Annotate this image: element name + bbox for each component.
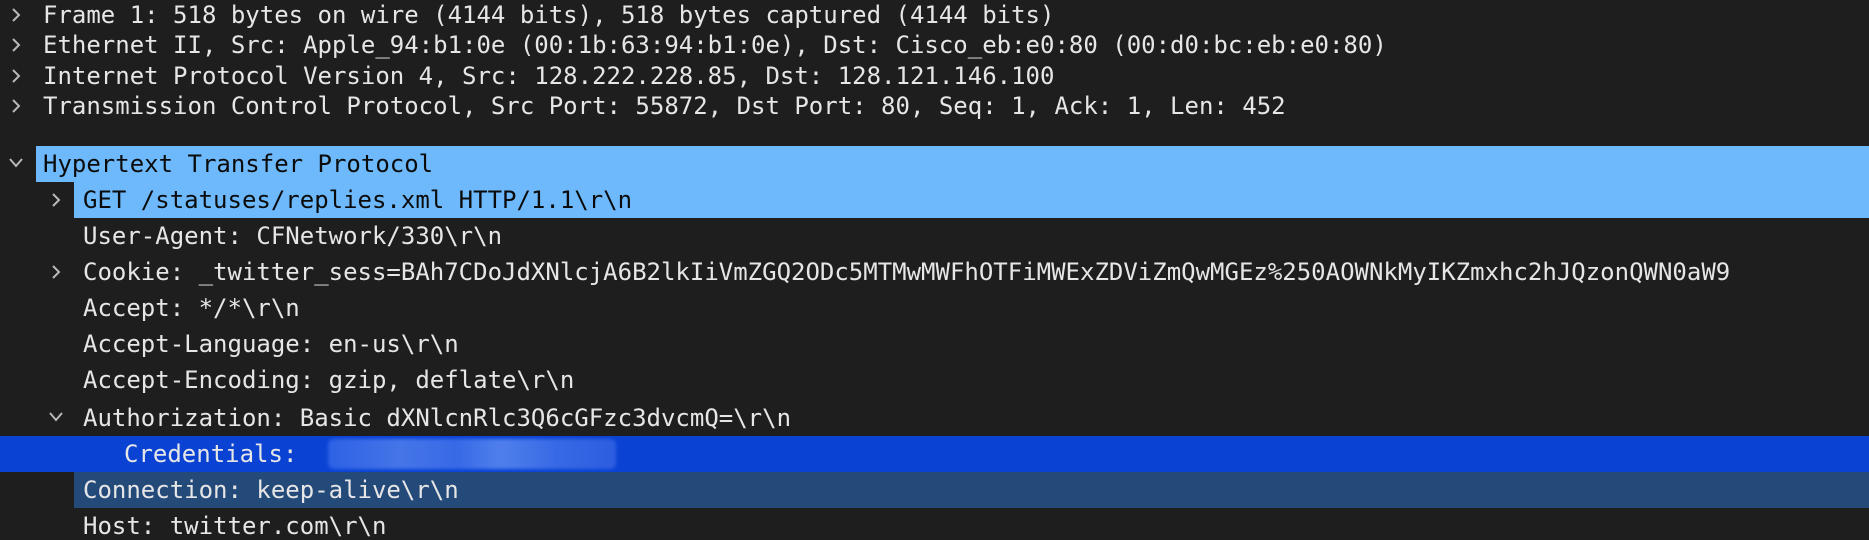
tree-row-cookie[interactable]: Cookie: _twitter_sess=BAh7CDoJdXNlcjA6B2… xyxy=(0,254,1869,290)
tree-row-label: User-Agent: CFNetwork/330\r\n xyxy=(83,222,503,250)
tree-row-label: Authorization: Basic dXNlcnRlc3Q6cGFzc3d… xyxy=(83,404,792,432)
tree-row-connection[interactable]: Connection: keep-alive\r\n xyxy=(0,472,1869,508)
chevron-down-icon[interactable] xyxy=(4,146,28,182)
redacted-value xyxy=(328,439,616,469)
tree-row-label: Cookie: _twitter_sess=BAh7CDoJdXNlcjA6B2… xyxy=(83,258,1731,286)
tree-row-label: Accept-Encoding: gzip, deflate\r\n xyxy=(83,366,575,394)
tree-row-accept[interactable]: Accept: */*\r\n xyxy=(0,290,1869,326)
chevron-right-icon[interactable] xyxy=(44,182,68,218)
packet-details-tree: Frame 1: 518 bytes on wire (4144 bits), … xyxy=(0,0,1869,540)
tree-row-label: Host: twitter.com\r\n xyxy=(83,512,387,540)
tree-row-label: Transmission Control Protocol, Src Port:… xyxy=(43,92,1286,120)
tree-row-label: Accept-Language: en-us\r\n xyxy=(83,330,459,358)
tree-row-request-line[interactable]: GET /statuses/replies.xml HTTP/1.1\r\n xyxy=(0,182,1869,218)
tree-row-label: Hypertext Transfer Protocol xyxy=(43,150,434,178)
tree-row-authorization[interactable]: Authorization: Basic dXNlcnRlc3Q6cGFzc3d… xyxy=(0,400,1869,436)
tree-row-label: Connection: keep-alive\r\n xyxy=(83,476,459,504)
chevron-right-icon[interactable] xyxy=(4,88,28,124)
tree-row-credentials[interactable]: Credentials: xyxy=(0,436,1869,472)
tree-row-label: Credentials: xyxy=(124,440,298,468)
tree-row-user-agent[interactable]: User-Agent: CFNetwork/330\r\n xyxy=(0,218,1869,254)
tree-row-accept-encoding[interactable]: Accept-Encoding: gzip, deflate\r\n xyxy=(0,362,1869,398)
tree-row-host[interactable]: Host: twitter.com\r\n xyxy=(0,508,1869,540)
chevron-down-icon[interactable] xyxy=(44,400,68,436)
tree-row-http[interactable]: Hypertext Transfer Protocol xyxy=(0,146,1869,182)
tree-row-label: GET /statuses/replies.xml HTTP/1.1\r\n xyxy=(83,186,633,214)
tree-row-tcp[interactable]: Transmission Control Protocol, Src Port:… xyxy=(0,88,1869,124)
chevron-right-icon[interactable] xyxy=(44,254,68,290)
tree-row-label: Accept: */*\r\n xyxy=(83,294,300,322)
tree-row-accept-language[interactable]: Accept-Language: en-us\r\n xyxy=(0,326,1869,362)
